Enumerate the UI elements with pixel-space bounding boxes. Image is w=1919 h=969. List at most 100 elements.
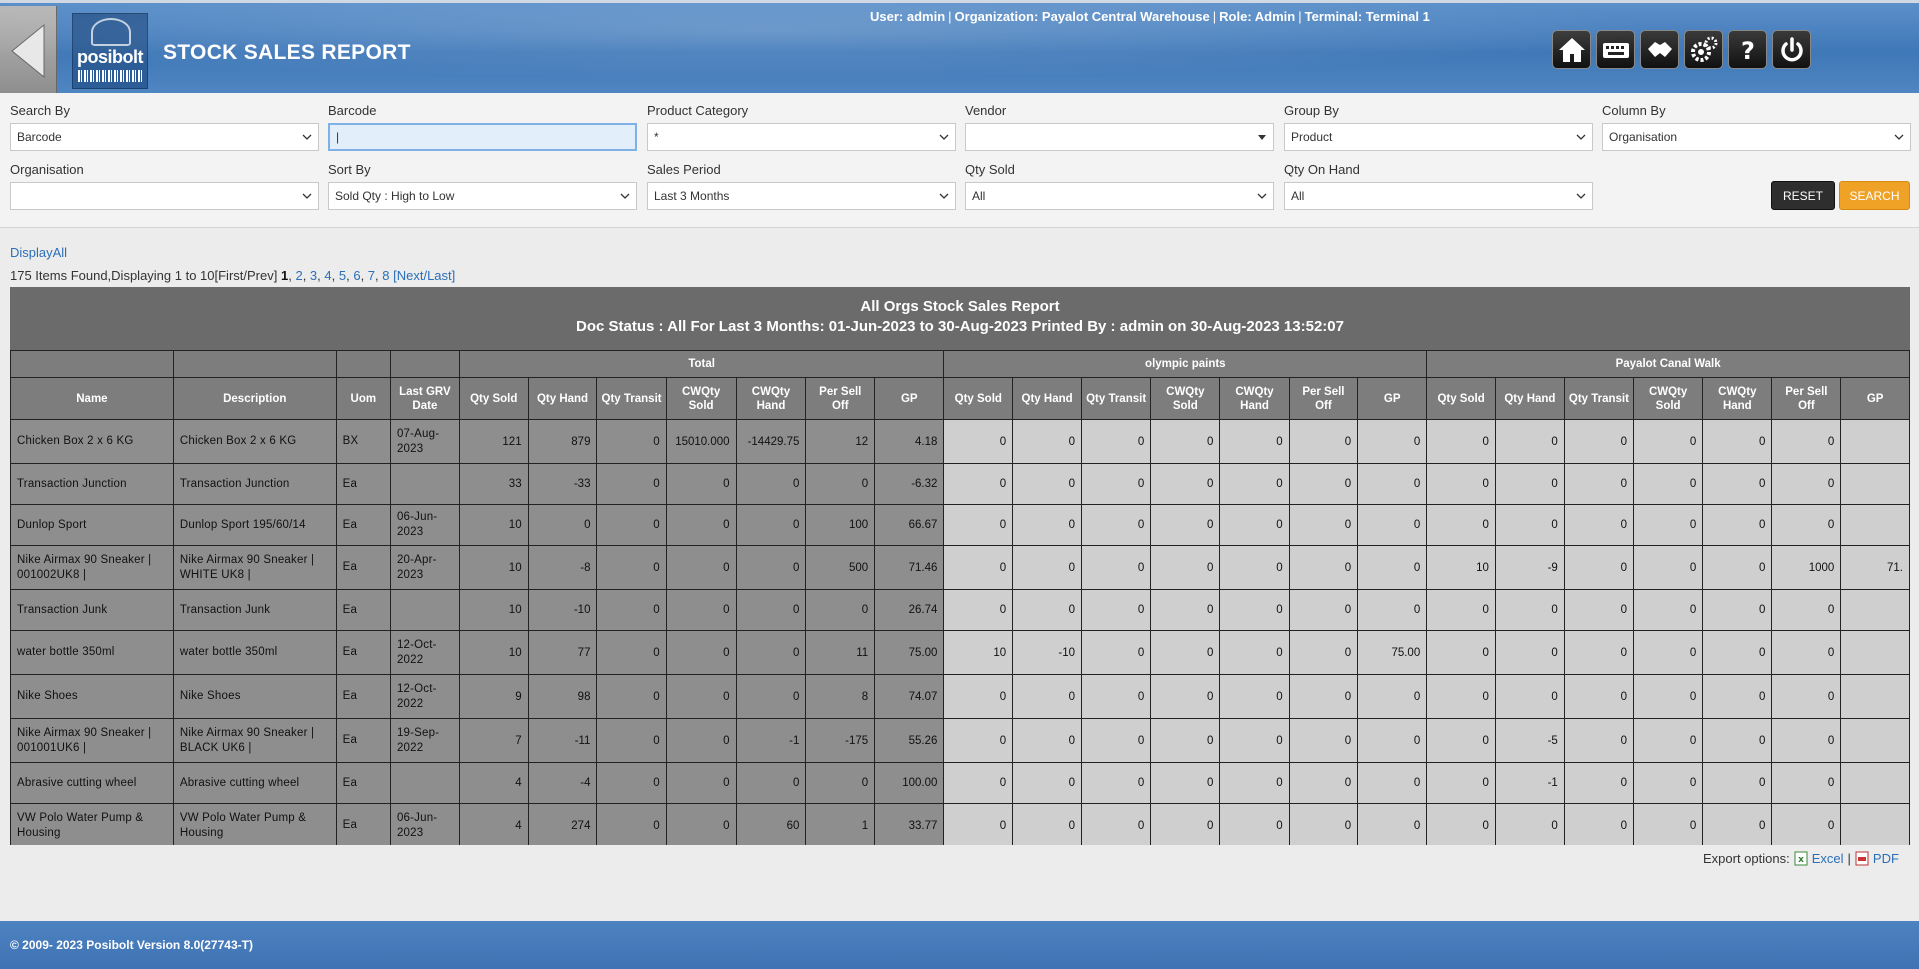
- cell-olympic-3: 0: [1150, 762, 1221, 804]
- column-header-olympic-paints-qty-hand: Qty Hand: [1012, 377, 1083, 420]
- pager-link-2[interactable]: 2: [295, 268, 302, 283]
- cell-desc: Nike Airmax 90 Sneaker | BLACK UK6 |: [172, 718, 337, 763]
- sort-by-value: Sold Qty : High to Low: [335, 189, 455, 203]
- column-by-select[interactable]: Organisation: [1602, 123, 1911, 151]
- cell-olympic-0: 0: [943, 589, 1014, 631]
- cell-total-0: 4: [458, 762, 529, 804]
- pager-link-7[interactable]: 7: [368, 268, 375, 283]
- cell-olympic-1: 0: [1012, 803, 1083, 845]
- report-container: All Orgs Stock Sales Report Doc Status :…: [10, 287, 1910, 845]
- organisation-select[interactable]: [10, 182, 319, 210]
- cell-total-2: 0: [596, 545, 667, 590]
- pager-link-6[interactable]: 6: [353, 268, 360, 283]
- cell-canal-2: 0: [1563, 674, 1635, 719]
- sort-by-select[interactable]: Sold Qty : High to Low: [328, 182, 637, 210]
- cell-total-2: 0: [596, 419, 667, 464]
- cell-olympic-3: 0: [1150, 504, 1221, 546]
- cell-olympic-0: 0: [943, 762, 1014, 804]
- back-button[interactable]: [0, 6, 57, 96]
- cell-canal-2: 0: [1563, 419, 1635, 464]
- chevron-down-icon: [620, 193, 630, 199]
- cell-desc: VW Polo Water Pump & Housing: [172, 803, 337, 845]
- search-button[interactable]: SEARCH: [1839, 181, 1910, 210]
- posibolt-logo: posibolt: [72, 13, 148, 89]
- search-by-select[interactable]: Barcode: [10, 123, 319, 151]
- cell-total-1: -33: [527, 463, 598, 505]
- cell-total-2: 0: [596, 803, 667, 845]
- cell-olympic-6: 0: [1357, 803, 1428, 845]
- cell-total-5: 0: [805, 762, 876, 804]
- pager-link-5[interactable]: 5: [339, 268, 346, 283]
- cell-total-3: 0: [665, 630, 737, 675]
- home-button[interactable]: [1552, 30, 1591, 69]
- crm-icon: [1647, 41, 1672, 57]
- cell-desc: water bottle 350ml: [172, 630, 337, 675]
- cell-total-4: 0: [735, 545, 807, 590]
- cell-desc: Chicken Box 2 x 6 KG: [172, 419, 337, 464]
- reset-button[interactable]: RESET: [1771, 181, 1835, 210]
- cell-total-5: -175: [805, 718, 876, 763]
- qty-on-hand-field: Qty On Hand All: [1284, 162, 1593, 210]
- cell-total-2: 0: [596, 504, 667, 546]
- barcode-input[interactable]: |: [328, 123, 637, 151]
- cell-canal-1: 0: [1494, 674, 1565, 719]
- column-header-total-qty-hand: Qty Hand: [527, 377, 598, 420]
- cell-total-1: -4: [527, 762, 598, 804]
- cell-olympic-0: 0: [943, 504, 1014, 546]
- cell-canal-0: 0: [1426, 762, 1496, 804]
- cell-canal-2: 0: [1563, 718, 1635, 763]
- export-excel-link[interactable]: Excel: [1812, 851, 1844, 866]
- export-pdf-link[interactable]: PDF: [1873, 851, 1899, 866]
- organisation-label: Organisation: [10, 162, 84, 177]
- cell-canal-4: 0: [1702, 419, 1773, 464]
- cell-canal-5: 0: [1771, 762, 1842, 804]
- cell-olympic-4: 0: [1219, 589, 1290, 631]
- cell-canal-6: [1840, 762, 1910, 804]
- qty-on-hand-select[interactable]: All: [1284, 182, 1593, 210]
- cell-canal-1: 0: [1494, 589, 1565, 631]
- group-by-select[interactable]: Product: [1284, 123, 1593, 151]
- table-row: Nike Shoes Nike Shoes Ea 12-Oct-2022 9 98 0 0 0 8…: [10, 674, 1910, 719]
- cell-total-5: 0: [805, 589, 876, 631]
- cell-olympic-0: 10: [943, 630, 1014, 675]
- export-options: Export options: x Excel | PDF: [1703, 851, 1899, 866]
- help-icon: ?: [1741, 37, 1755, 65]
- cell-canal-4: 0: [1702, 463, 1773, 505]
- cell-total-1: -8: [527, 545, 598, 590]
- report-header: All Orgs Stock Sales Report Doc Status :…: [10, 287, 1910, 350]
- cell-name: Transaction Junk: [10, 589, 174, 631]
- pager-link-4[interactable]: 4: [324, 268, 331, 283]
- sales-period-select[interactable]: Last 3 Months: [647, 182, 956, 210]
- cell-olympic-0: 0: [943, 419, 1014, 464]
- cell-uom: Ea: [335, 589, 391, 631]
- keyboard-button[interactable]: [1596, 30, 1635, 69]
- cell-total-2: 0: [596, 674, 667, 719]
- crm-button[interactable]: [1640, 30, 1679, 69]
- cell-grv: 06-Jun-2023: [389, 803, 460, 845]
- display-all-link[interactable]: DisplayAll: [10, 245, 67, 260]
- column-header-olympic-paints-cwqty-sold: CWQty Sold: [1150, 377, 1221, 420]
- cell-grv: 19-Sep-2022: [389, 718, 460, 763]
- vendor-select[interactable]: [965, 123, 1274, 151]
- settings-button[interactable]: [1684, 30, 1723, 69]
- chevron-down-icon: [1576, 134, 1586, 140]
- pager-link-3[interactable]: 3: [310, 268, 317, 283]
- cell-grv: 12-Oct-2022: [389, 674, 460, 719]
- cell-canal-1: 0: [1494, 463, 1565, 505]
- cell-total-6: 66.67: [874, 504, 945, 546]
- qty-sold-value: All: [972, 189, 986, 203]
- column-header-payalot-canal-walk-cwqty-hand: CWQty Hand: [1702, 377, 1773, 420]
- cell-total-6: 4.18: [874, 419, 945, 464]
- table-row: water bottle 350ml water bottle 350ml Ea 12…: [10, 630, 1910, 675]
- cell-total-6: 75.00: [874, 630, 945, 675]
- column-header-row: Name Description Uom Last GRV Date Qty Sold Q…: [10, 377, 1910, 420]
- product-category-select[interactable]: *: [647, 123, 956, 151]
- qty-sold-select[interactable]: All: [965, 182, 1274, 210]
- pager-link-8[interactable]: 8: [382, 268, 389, 283]
- cell-olympic-2: 0: [1081, 589, 1152, 631]
- pager-next-last[interactable]: [Next/Last]: [393, 268, 455, 283]
- help-button[interactable]: ?: [1728, 30, 1767, 69]
- cell-olympic-6: 0: [1357, 589, 1428, 631]
- sales-period-value: Last 3 Months: [654, 189, 730, 203]
- logout-button[interactable]: [1772, 30, 1811, 69]
